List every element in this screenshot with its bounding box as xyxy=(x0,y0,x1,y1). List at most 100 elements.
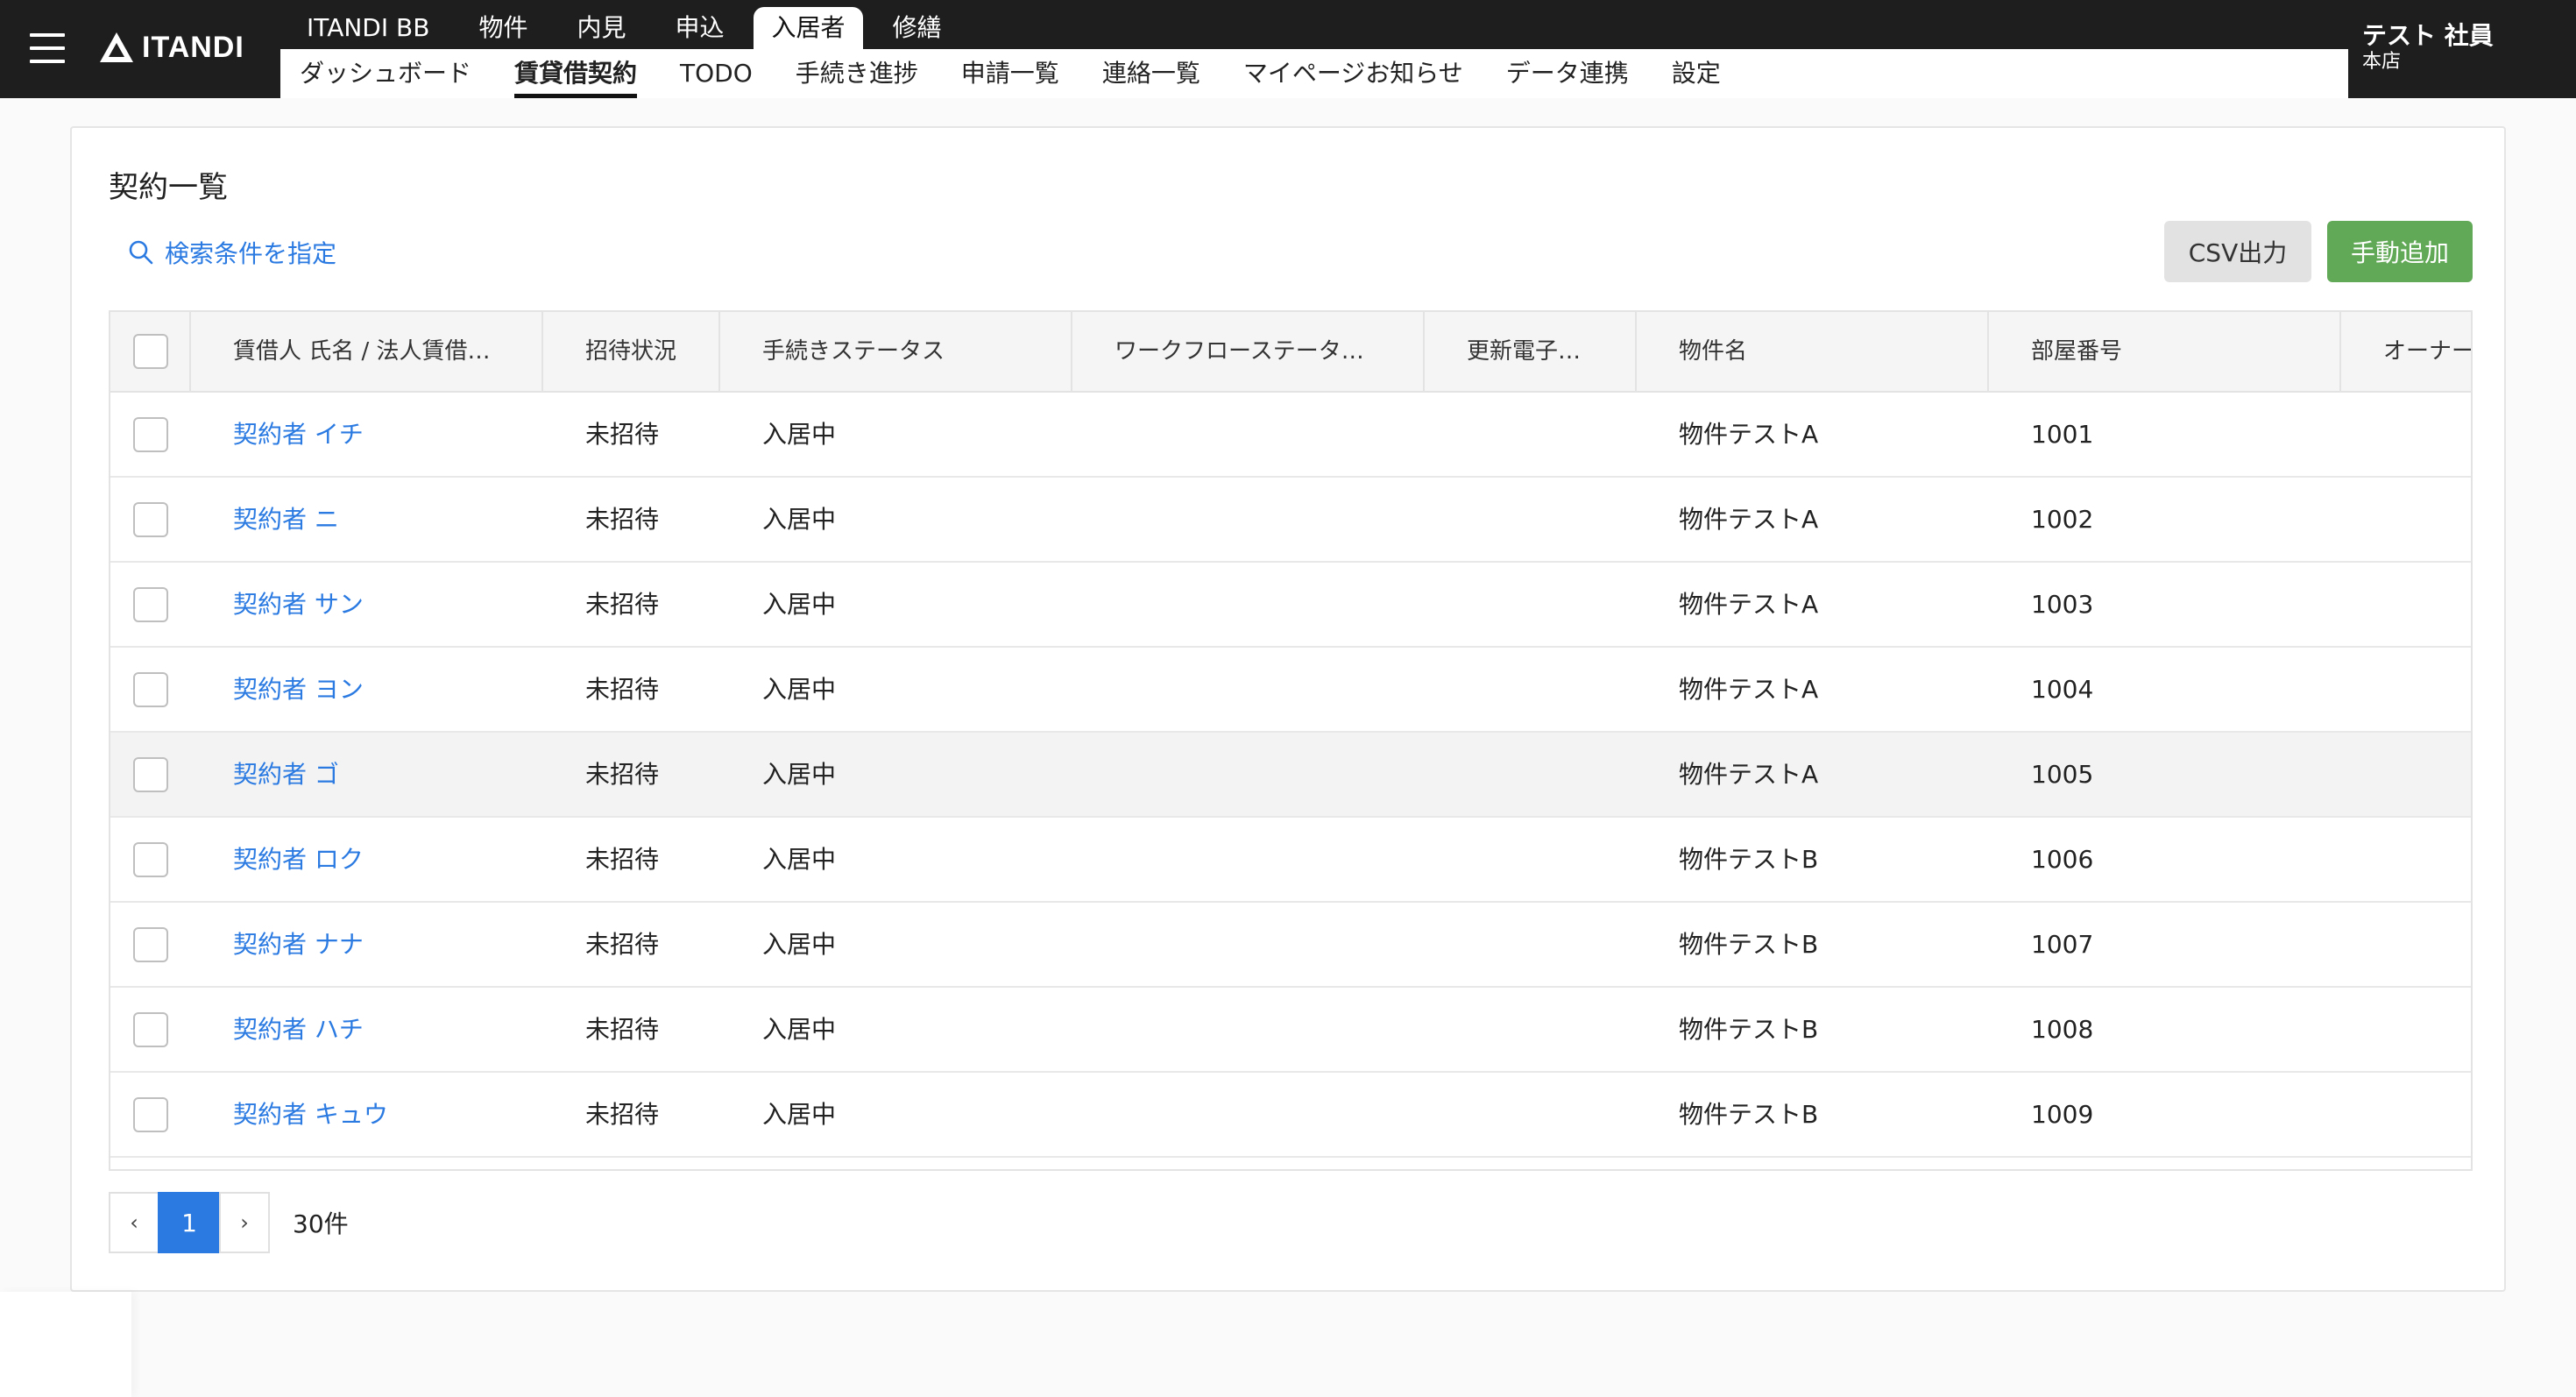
tenant-name-link[interactable]: 契約者 サン xyxy=(233,563,364,647)
row-checkbox[interactable] xyxy=(133,502,168,537)
invite-status-cell: 未招待 xyxy=(585,505,660,534)
select-all-checkbox[interactable] xyxy=(133,334,168,369)
pagination: ‹ 1 › 30件 xyxy=(109,1192,349,1253)
select-all-cell xyxy=(110,312,191,391)
column-header-property-name[interactable]: 物件名 xyxy=(1637,312,1989,391)
row-checkbox[interactable] xyxy=(133,757,168,792)
row-checkbox[interactable] xyxy=(133,842,168,877)
column-header-room-number[interactable]: 部屋番号 xyxy=(1989,312,2341,391)
property-name-cell: 物件テストA xyxy=(1679,675,1819,704)
row-checkbox[interactable] xyxy=(133,587,168,622)
room-number-cell: 1004 xyxy=(2031,675,2094,704)
property-name-cell: 物件テストA xyxy=(1679,505,1819,534)
tab-messages[interactable]: 連絡一覧 xyxy=(1102,49,1200,98)
primary-nav-item[interactable]: 内見 xyxy=(552,7,650,49)
tab-lease-contracts[interactable]: 賃貸借契約 xyxy=(514,49,638,98)
procedure-status-cell: 入居中 xyxy=(762,505,837,534)
page-number-button[interactable]: 1 xyxy=(158,1192,221,1253)
logo-text: ITANDI xyxy=(142,30,244,64)
page-title: 契約一覧 xyxy=(109,170,228,205)
menu-icon[interactable] xyxy=(30,33,65,63)
column-header-owner[interactable]: オーナー xyxy=(2341,312,2471,391)
invite-status-cell: 未招待 xyxy=(585,1015,660,1044)
property-name-cell: 物件テストA xyxy=(1679,760,1819,789)
room-number-cell: 1007 xyxy=(2031,930,2094,959)
column-header-workflow-status[interactable]: ワークフローステータ… xyxy=(1072,312,1425,391)
table-header: 賃借人 氏名 / 法人賃借… 招待状況 手続きステータス ワークフローステータ…… xyxy=(110,312,2471,393)
user-menu[interactable]: テスト 社員 本店 xyxy=(2348,0,2576,98)
invite-status-cell: 未招待 xyxy=(585,1100,660,1129)
table-row[interactable]: 契約者 サン 未招待 入居中 物件テストA 1003 xyxy=(110,563,2471,648)
property-name-cell: 物件テストB xyxy=(1679,1015,1819,1044)
tenant-name-link[interactable]: 契約者 イチ xyxy=(233,393,364,477)
table-row[interactable]: 契約者 ニ 未招待 入居中 物件テストA 1002 xyxy=(110,478,2471,563)
tenant-name-link[interactable]: 契約者 ヨン xyxy=(233,648,364,732)
search-conditions-link[interactable]: 検索条件を指定 xyxy=(128,235,336,270)
invite-status-cell: 未招待 xyxy=(585,845,660,874)
tenant-name-link[interactable]: 契約者 ゴ xyxy=(233,733,339,817)
tab-data-integration[interactable]: データ連携 xyxy=(1506,49,1629,98)
logo-mark-icon xyxy=(100,32,133,62)
column-header-invite-status[interactable]: 招待状況 xyxy=(543,312,720,391)
csv-export-button[interactable]: CSV出力 xyxy=(2164,221,2311,282)
room-number-cell: 1006 xyxy=(2031,845,2094,874)
table-row[interactable]: 契約者 イチ 未招待 入居中 物件テストA 1001 xyxy=(110,393,2471,478)
room-number-cell: 1008 xyxy=(2031,1015,2094,1044)
column-header-renewal-electronic[interactable]: 更新電子… xyxy=(1425,312,1637,391)
invite-status-cell: 未招待 xyxy=(585,675,660,704)
tab-dashboard[interactable]: ダッシュボード xyxy=(300,49,471,98)
table-row[interactable]: 契約者 ロク 未招待 入居中 物件テストB 1006 xyxy=(110,818,2471,903)
invite-status-cell: 未招待 xyxy=(585,590,660,619)
tab-settings[interactable]: 設定 xyxy=(1672,49,1721,98)
row-checkbox[interactable] xyxy=(133,1097,168,1132)
search-link-label: 検索条件を指定 xyxy=(165,239,337,268)
manual-add-button[interactable]: 手動追加 xyxy=(2327,221,2473,282)
row-checkbox[interactable] xyxy=(133,927,168,962)
invite-status-cell: 未招待 xyxy=(585,930,660,959)
procedure-status-cell: 入居中 xyxy=(762,930,837,959)
column-header-procedure-status[interactable]: 手続きステータス xyxy=(720,312,1072,391)
top-header: ITANDI ITANDI BB 物件 内見 申込 入居者 修繕 ダッシュボード… xyxy=(0,0,2576,98)
tab-procedure-progress[interactable]: 手続き進捗 xyxy=(796,49,918,98)
tenant-name-link[interactable]: 契約者 キュウ xyxy=(233,1073,388,1157)
tab-todo[interactable]: TODO xyxy=(680,49,753,98)
tab-applications[interactable]: 申請一覧 xyxy=(961,49,1059,98)
row-checkbox[interactable] xyxy=(133,417,168,452)
contract-list-card: 契約一覧 検索条件を指定 CSV出力 手動追加 賃借人 氏名 / 法人賃借… 招… xyxy=(70,126,2506,1292)
tenant-name-link[interactable]: 契約者 ニ xyxy=(233,478,339,562)
procedure-status-cell: 入居中 xyxy=(762,675,837,704)
primary-nav-item-active[interactable]: 入居者 xyxy=(754,7,863,49)
procedure-status-cell: 入居中 xyxy=(762,420,837,449)
next-page-button[interactable]: › xyxy=(219,1192,270,1253)
invite-status-cell: 未招待 xyxy=(585,760,660,789)
contracts-table: 賃借人 氏名 / 法人賃借… 招待状況 手続きステータス ワークフローステータ…… xyxy=(109,310,2473,1171)
primary-nav-item[interactable]: 物件 xyxy=(454,7,552,49)
table-row[interactable]: 契約者 キュウ 未招待 入居中 物件テストB 1009 xyxy=(110,1073,2471,1158)
row-checkbox[interactable] xyxy=(133,1012,168,1047)
user-branch: 本店 xyxy=(2362,51,2402,73)
table-row[interactable]: 契約者 ヨン 未招待 入居中 物件テストA 1004 xyxy=(110,648,2471,733)
itandi-logo[interactable]: ITANDI xyxy=(98,30,244,65)
primary-nav-item[interactable]: 申込 xyxy=(650,7,748,49)
room-number-cell: 1001 xyxy=(2031,420,2094,449)
search-icon xyxy=(129,240,153,265)
tenant-name-link[interactable]: 契約者 ナナ xyxy=(233,903,364,987)
invite-status-cell: 未招待 xyxy=(585,420,660,449)
table-row-hovered[interactable]: 契約者 ゴ 未招待 入居中 物件テストA 1005 xyxy=(110,733,2471,818)
prev-page-button[interactable]: ‹ xyxy=(109,1192,159,1253)
procedure-status-cell: 入居中 xyxy=(762,845,837,874)
procedure-status-cell: 入居中 xyxy=(762,760,837,789)
table-row[interactable]: 契約者 ハチ 未招待 入居中 物件テストB 1008 xyxy=(110,988,2471,1073)
tenant-name-link[interactable]: 契約者 ハチ xyxy=(233,988,364,1072)
table-row[interactable]: 契約者 ナナ 未招待 入居中 物件テストB 1007 xyxy=(110,903,2471,988)
row-checkbox[interactable] xyxy=(133,672,168,707)
room-number-cell: 1005 xyxy=(2031,760,2094,789)
property-name-cell: 物件テストB xyxy=(1679,1100,1819,1129)
tab-mypage-notices[interactable]: マイページお知らせ xyxy=(1243,49,1463,98)
column-header-tenant-name[interactable]: 賃借人 氏名 / 法人賃借… xyxy=(191,312,543,391)
primary-nav-item[interactable]: ITANDI BB xyxy=(282,7,454,49)
primary-nav-item[interactable]: 修繕 xyxy=(868,7,966,49)
room-number-cell: 1003 xyxy=(2031,590,2094,619)
tenant-name-link[interactable]: 契約者 ロク xyxy=(233,818,364,902)
property-name-cell: 物件テストB xyxy=(1679,845,1819,874)
